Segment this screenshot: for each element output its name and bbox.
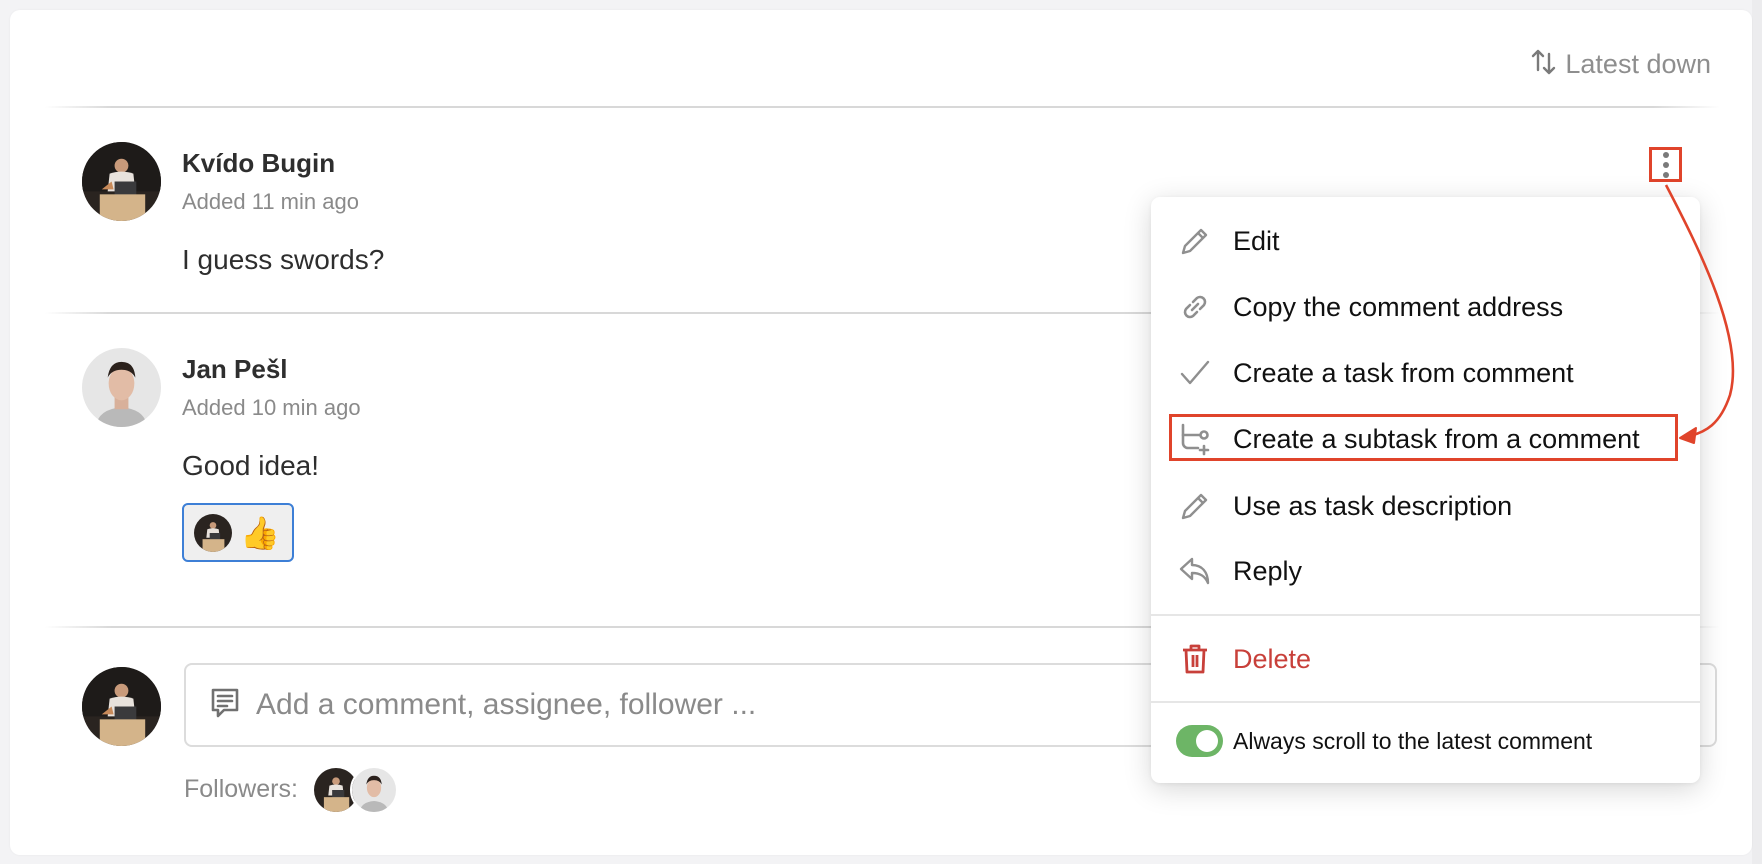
link-icon <box>1177 289 1213 325</box>
comment-text: I guess swords? <box>182 244 385 275</box>
followers-label: Followers: <box>184 775 298 803</box>
reply-icon <box>1177 553 1213 589</box>
auto-scroll-setting: Always scroll to the latest comment <box>1151 721 1700 761</box>
comment-text: Good idea! <box>182 450 319 481</box>
more-dot-icon <box>1662 161 1669 168</box>
subtask-icon <box>1177 421 1213 457</box>
thumbs-up-icon: 👍 <box>240 514 280 551</box>
comment-input[interactable] <box>256 688 1156 722</box>
menu-item-create-subtask[interactable]: Create a subtask from a comment <box>1151 408 1700 470</box>
menu-divider <box>1151 614 1700 616</box>
comment-timestamp: Added 10 min ago <box>182 395 361 420</box>
more-dot-icon <box>1662 171 1669 178</box>
comment-context-menu: Edit Copy the comment address Create a t… <box>1151 197 1700 783</box>
auto-scroll-toggle[interactable] <box>1176 725 1223 757</box>
check-icon <box>1177 355 1213 391</box>
sort-arrows-icon <box>1529 46 1559 83</box>
auto-scroll-label: Always scroll to the latest comment <box>1233 727 1593 754</box>
menu-item-reply[interactable]: Reply <box>1151 540 1700 602</box>
comment-timestamp: Added 11 min ago <box>182 189 359 214</box>
menu-item-create-task[interactable]: Create a task from comment <box>1151 342 1700 404</box>
pencil-icon <box>1177 223 1213 259</box>
pencil-icon <box>1177 488 1213 524</box>
avatar-kvido-image <box>82 142 161 221</box>
sort-label: Latest down <box>1565 48 1711 79</box>
avatar[interactable] <box>82 142 161 221</box>
trash-icon <box>1177 641 1213 677</box>
sort-button[interactable]: Latest down <box>1529 46 1711 82</box>
comment-author[interactable]: Jan Pešl <box>182 354 288 385</box>
toggle-knob <box>1196 730 1218 752</box>
followers-row: Followers: <box>184 765 398 814</box>
current-user-avatar <box>82 667 161 746</box>
background-panel <box>1752 0 1762 864</box>
menu-item-delete[interactable]: Delete <box>1151 628 1700 690</box>
menu-item-use-as-description[interactable]: Use as task description <box>1151 475 1700 537</box>
follower-avatar[interactable] <box>349 765 398 814</box>
more-options-button[interactable] <box>1649 147 1682 182</box>
avatar-jan-image <box>82 348 161 427</box>
menu-item-copy-address[interactable]: Copy the comment address <box>1151 276 1700 338</box>
reaction-pill[interactable]: 👍 <box>182 503 294 562</box>
comment-icon <box>208 686 242 725</box>
more-dot-icon <box>1662 151 1669 158</box>
menu-item-edit[interactable]: Edit <box>1151 210 1700 272</box>
avatar[interactable] <box>82 348 161 427</box>
menu-divider <box>1151 701 1700 703</box>
comment-author[interactable]: Kvído Bugin <box>182 148 335 179</box>
divider <box>45 106 1720 108</box>
avatar <box>194 513 232 552</box>
